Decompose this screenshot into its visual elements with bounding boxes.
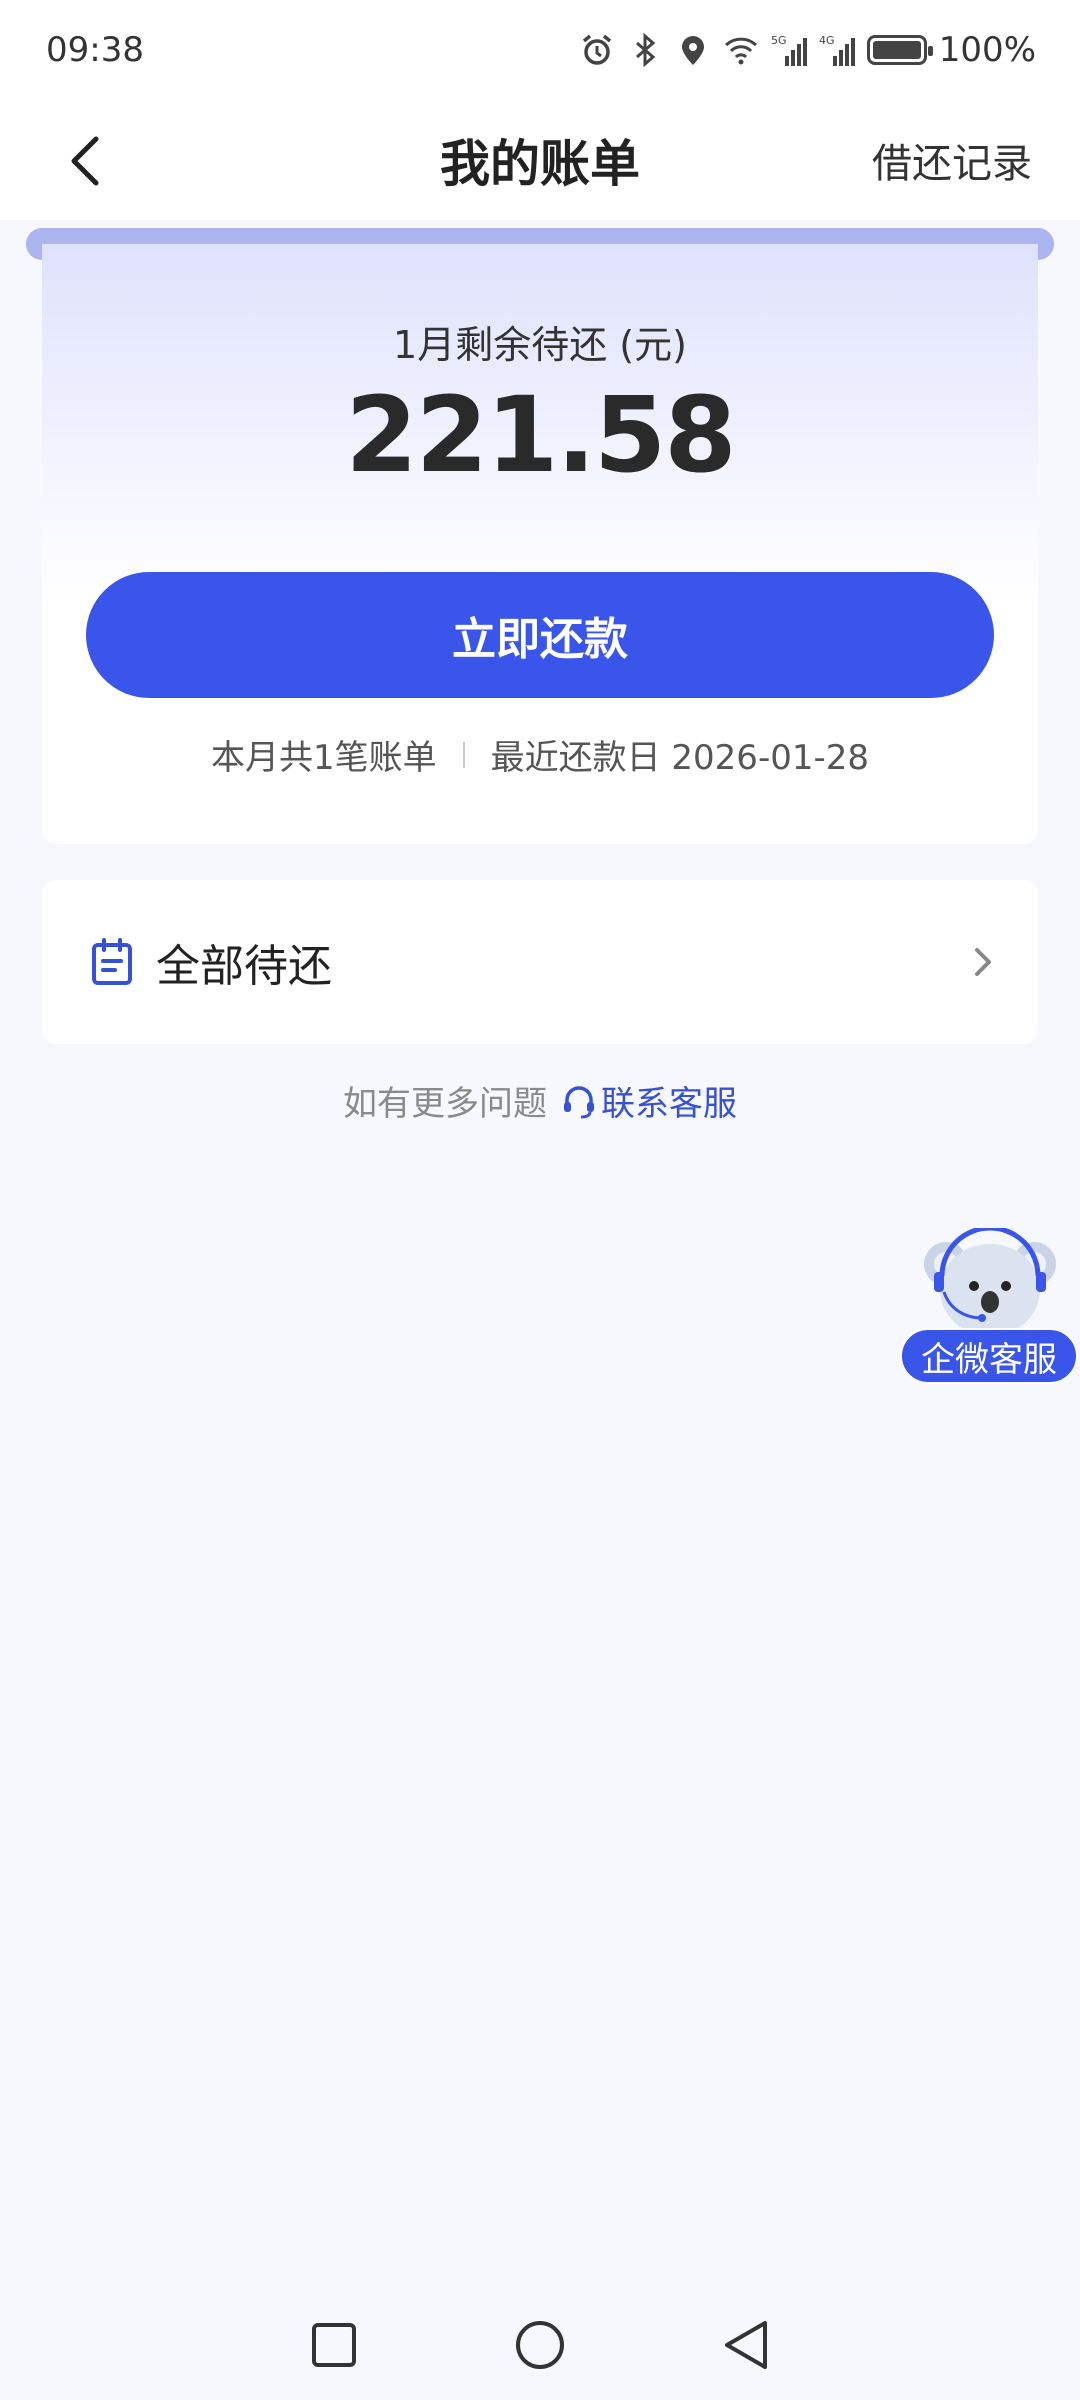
help-text: 如有更多问题 — [343, 1084, 547, 1124]
remaining-due-amount: 221.58 — [345, 374, 736, 496]
home-button[interactable] — [512, 2317, 568, 2373]
wecom-support-label: 企微客服 — [900, 1328, 1078, 1384]
page-title: 我的账单 — [440, 135, 640, 193]
triangle-back-icon — [725, 2321, 767, 2369]
system-navigation-bar — [0, 2290, 1080, 2400]
borrow-repay-records-link[interactable]: 借还记录 — [872, 100, 1032, 220]
recent-apps-button[interactable] — [306, 2317, 362, 2373]
circle-icon — [516, 2321, 564, 2369]
top-navbar: 我的账单 借还记录 — [0, 100, 1080, 220]
back-button[interactable] — [50, 126, 120, 196]
alarm-icon — [579, 32, 615, 68]
location-icon — [675, 32, 711, 68]
remaining-due-label: 1月剩余待还 (元) — [393, 323, 687, 367]
koala-mascot-icon — [924, 1228, 1056, 1336]
all-pending-label: 全部待还 — [156, 941, 332, 992]
battery-icon — [866, 35, 933, 65]
wifi-icon — [723, 32, 759, 68]
square-icon — [312, 2323, 356, 2367]
contact-support-label: 联系客服 — [601, 1084, 737, 1124]
signal-4g-icon: 4G — [819, 32, 855, 68]
back-nav-button[interactable] — [718, 2317, 774, 2373]
status-icons: 5G 4G 100% — [579, 30, 1036, 70]
svg-text:4G: 4G — [819, 34, 835, 47]
signal-5g-icon: 5G — [771, 32, 807, 68]
battery-percent: 100% — [938, 30, 1036, 70]
bluetooth-icon — [627, 32, 663, 68]
status-bar: 09:38 5G 4G 100% — [0, 0, 1080, 100]
chevron-left-icon — [71, 136, 99, 186]
headset-icon — [564, 1085, 594, 1118]
help-line: 如有更多问题 联系客服 — [0, 1076, 1080, 1125]
all-pending-row[interactable]: 全部待还 — [42, 880, 1038, 1044]
status-time: 09:38 — [46, 30, 144, 70]
bill-summary-card: 1月剩余待还 (元) 221.58 立即还款 本月共1笔账单 最近还款日 202… — [42, 244, 1038, 844]
info-divider — [462, 741, 465, 768]
repay-now-button[interactable]: 立即还款 — [86, 572, 994, 698]
bill-count-text: 本月共1笔账单 — [210, 738, 437, 778]
wecom-support-float[interactable]: 企微客服 — [898, 1228, 1080, 1388]
svg-text:5G: 5G — [771, 34, 787, 47]
chevron-right-icon — [975, 948, 991, 976]
bill-info: 本月共1笔账单 最近还款日 2026-01-28 — [42, 730, 1038, 779]
due-date-text: 最近还款日 2026-01-28 — [490, 738, 870, 778]
contact-support-link[interactable]: 联系客服 — [561, 1076, 737, 1125]
calendar-icon — [92, 938, 132, 985]
